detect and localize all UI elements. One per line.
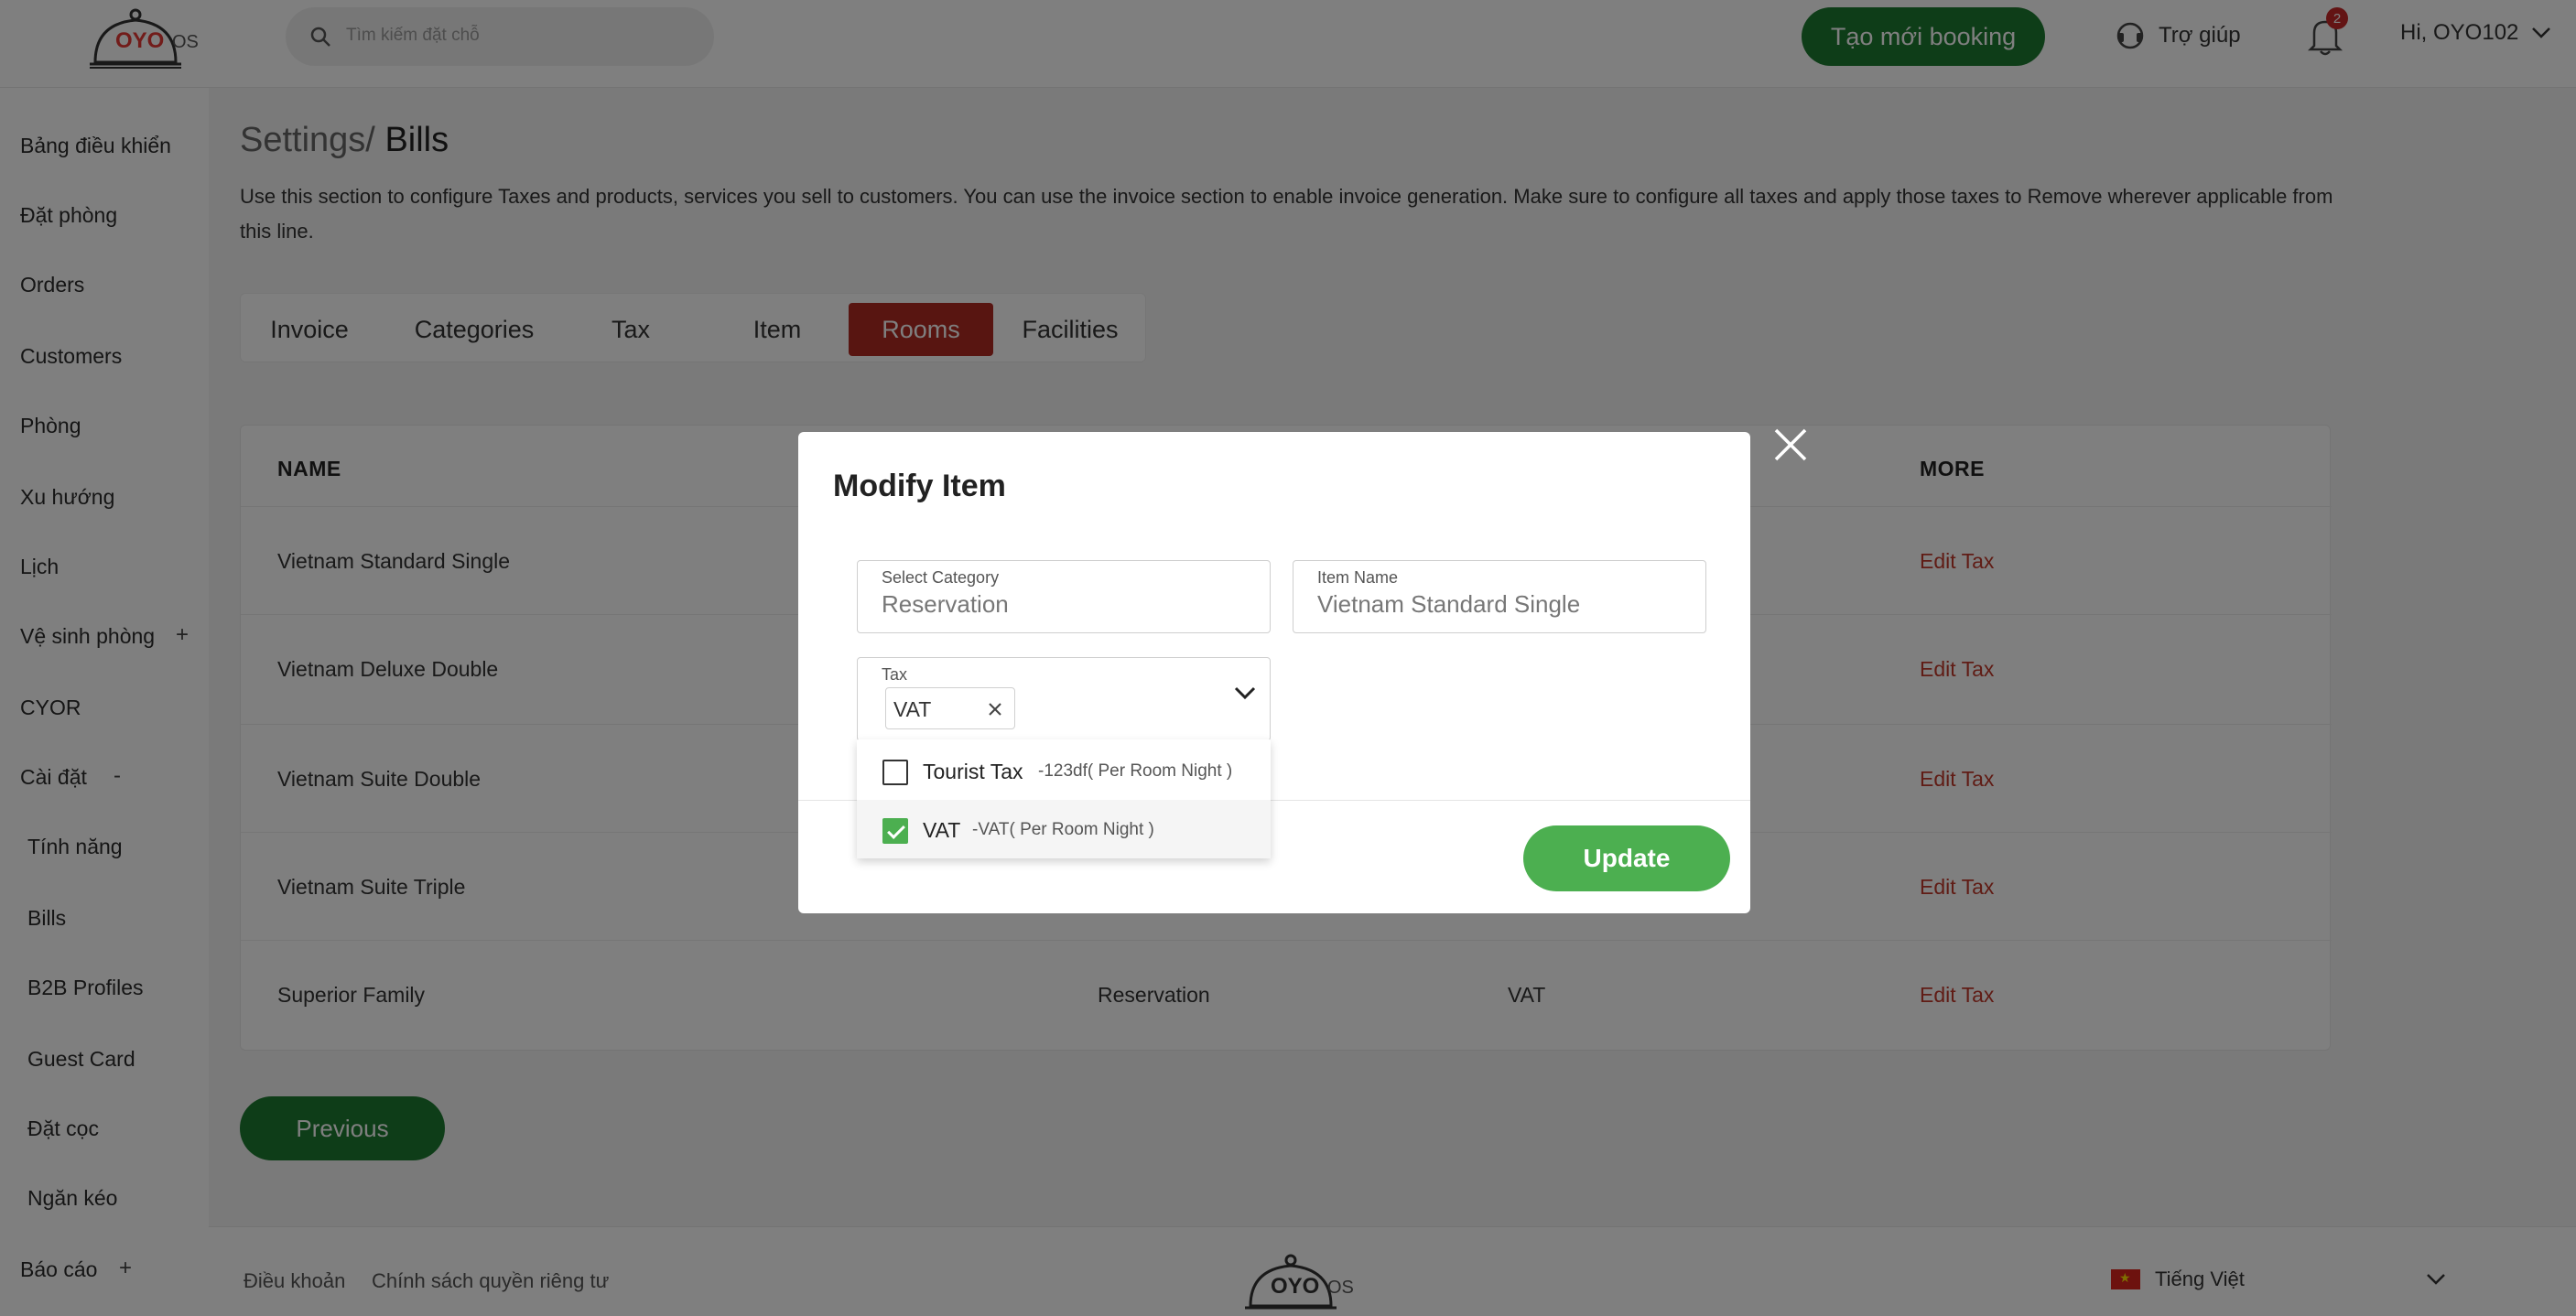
tax-option-desc: -123df( Per Room Night ): [1038, 761, 1233, 781]
tax-select-field[interactable]: Tax VAT: [857, 657, 1271, 741]
field-label: Tax: [882, 665, 908, 684]
select-category-field[interactable]: Select Category Reservation: [857, 560, 1271, 633]
tax-option-name: VAT: [923, 818, 961, 842]
update-button[interactable]: Update: [1523, 825, 1730, 891]
close-icon[interactable]: [1772, 426, 1809, 463]
unchecked-checkbox[interactable]: [882, 760, 908, 785]
remove-chip-icon[interactable]: [987, 701, 1003, 717]
tax-option-vat[interactable]: VAT -VAT( Per Room Night ): [857, 800, 1271, 858]
selected-tax-chip: VAT: [885, 687, 1015, 729]
modal-title: Modify Item: [833, 469, 1006, 503]
item-name-field[interactable]: Item Name Vietnam Standard Single: [1293, 560, 1706, 633]
chip-label: VAT: [893, 697, 932, 721]
field-label: Item Name: [1317, 568, 1399, 587]
field-value: Reservation: [882, 590, 1009, 618]
tax-dropdown-menu: Tourist Tax -123df( Per Room Night ) VAT…: [857, 739, 1271, 858]
tax-option-tourist-tax[interactable]: Tourist Tax -123df( Per Room Night ): [857, 741, 1271, 800]
checked-checkbox[interactable]: [882, 818, 908, 844]
field-value: Vietnam Standard Single: [1317, 590, 1581, 618]
field-label: Select Category: [882, 568, 1000, 587]
tax-option-desc: -VAT( Per Room Night ): [972, 820, 1154, 839]
tax-option-name: Tourist Tax: [923, 760, 1023, 783]
chevron-down-icon[interactable]: [1233, 685, 1257, 702]
